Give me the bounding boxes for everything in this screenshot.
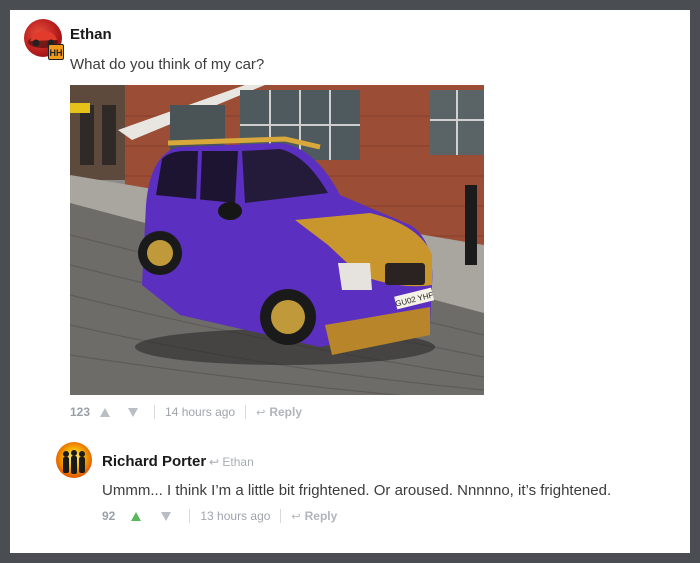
timestamp[interactable]: 14 hours ago [165, 405, 235, 419]
comment-author[interactable]: Ethan [70, 26, 112, 43]
divider [189, 509, 191, 523]
divider [245, 405, 247, 419]
reply-arrow-icon: ↩ [256, 406, 266, 419]
silhouettes-avatar-icon [63, 450, 85, 474]
comment-thread: HH Ethan What do you think of my car? GU… [10, 10, 690, 553]
comment-image[interactable]: GU02 YHF [70, 85, 484, 395]
reply-arrow-icon: ↩ [291, 510, 301, 523]
comment-meta: 123 14 hours ago ↩ Reply [70, 405, 302, 419]
divider [154, 405, 156, 419]
timestamp[interactable]: 13 hours ago [200, 509, 270, 523]
vote-count: 123 [70, 405, 91, 419]
comment-author[interactable]: Richard Porter [102, 453, 206, 470]
downvote-arrow-icon[interactable] [161, 511, 172, 521]
upvote-arrow-icon[interactable] [100, 407, 111, 417]
comment-text: Ummm... I think I’m a little bit frighte… [102, 482, 612, 499]
comment-meta: 92 13 hours ago ↩ Reply [102, 509, 337, 523]
avatar-badge: HH [48, 44, 64, 60]
divider [280, 509, 282, 523]
vote-count: 92 [102, 509, 116, 523]
downvote-arrow-icon[interactable] [128, 407, 139, 417]
comment-text: What do you think of my car? [70, 56, 265, 73]
avatar-richard-porter[interactable] [56, 442, 92, 478]
upvote-arrow-icon[interactable] [131, 511, 142, 521]
reply-button[interactable]: Reply [269, 405, 302, 419]
reply-to-name: Ethan [222, 455, 254, 469]
reply-arrow-icon: ↩ [209, 455, 220, 469]
reply-button[interactable]: Reply [305, 509, 338, 523]
reply-to-indicator[interactable]: ↩ Ethan [209, 455, 254, 469]
